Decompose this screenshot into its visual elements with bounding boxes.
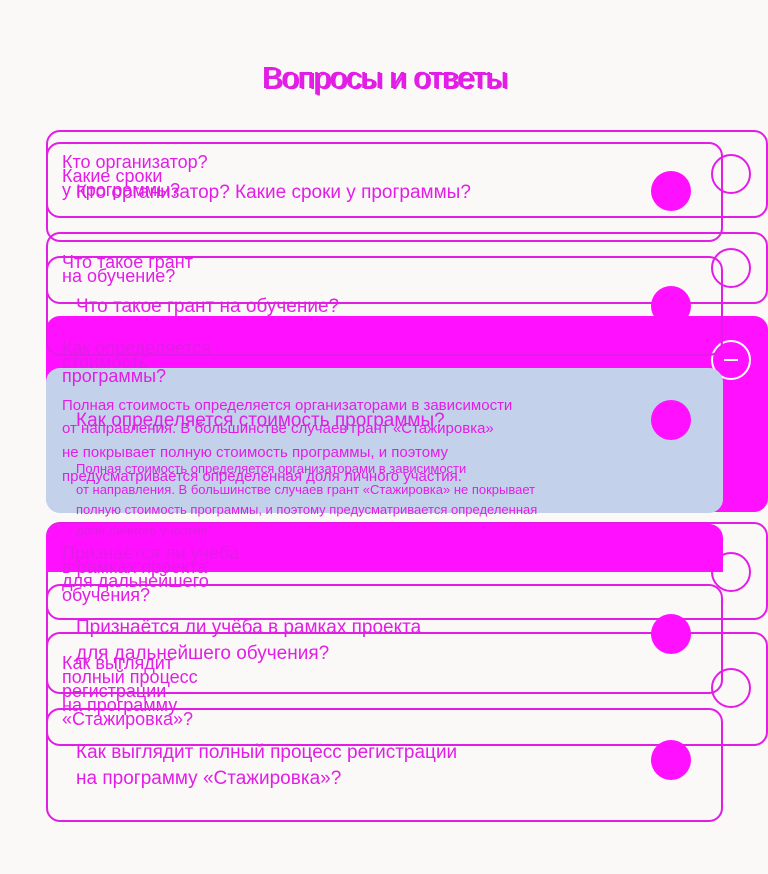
chevron-toggle-icon[interactable] bbox=[651, 400, 691, 440]
page-title-ghost: Вопросы и ответы bbox=[263, 61, 509, 96]
faq-question: Что такое грант на обучение? bbox=[76, 296, 340, 317]
faq-question: Кто организатор? Какие сроки у программы… bbox=[76, 182, 471, 203]
faq-question: обучения? bbox=[62, 585, 151, 605]
faq-answer: Полная стоимость определяется организато… bbox=[76, 461, 467, 476]
faq-answer: от направления. В большинстве случаев гр… bbox=[62, 420, 494, 437]
faq-question: «Стажировка»? bbox=[62, 709, 194, 729]
chevron-toggle-icon[interactable] bbox=[651, 286, 691, 326]
faq-question: на обучение? bbox=[62, 266, 176, 286]
faq-answer: доля личного участия. bbox=[76, 523, 211, 538]
faq-question: на программу «Стажировка»? bbox=[76, 768, 342, 789]
faq-answer: от направления. В большинстве случаев гр… bbox=[76, 482, 536, 497]
faq-answer: полную стоимость программы, и поэтому пр… bbox=[76, 502, 538, 517]
chevron-toggle-icon[interactable] bbox=[651, 171, 691, 211]
faq-answer: Полная стоимость определяется организато… bbox=[62, 397, 513, 414]
faq-question: Как выглядит полный процесс регистрации bbox=[76, 742, 458, 763]
chevron-toggle-icon[interactable] bbox=[651, 614, 691, 654]
faq-question: программы? bbox=[62, 366, 167, 386]
faq-question: Признаётся ли учёба в рамках проекта bbox=[76, 617, 422, 638]
chevron-toggle-icon[interactable] bbox=[651, 740, 691, 780]
